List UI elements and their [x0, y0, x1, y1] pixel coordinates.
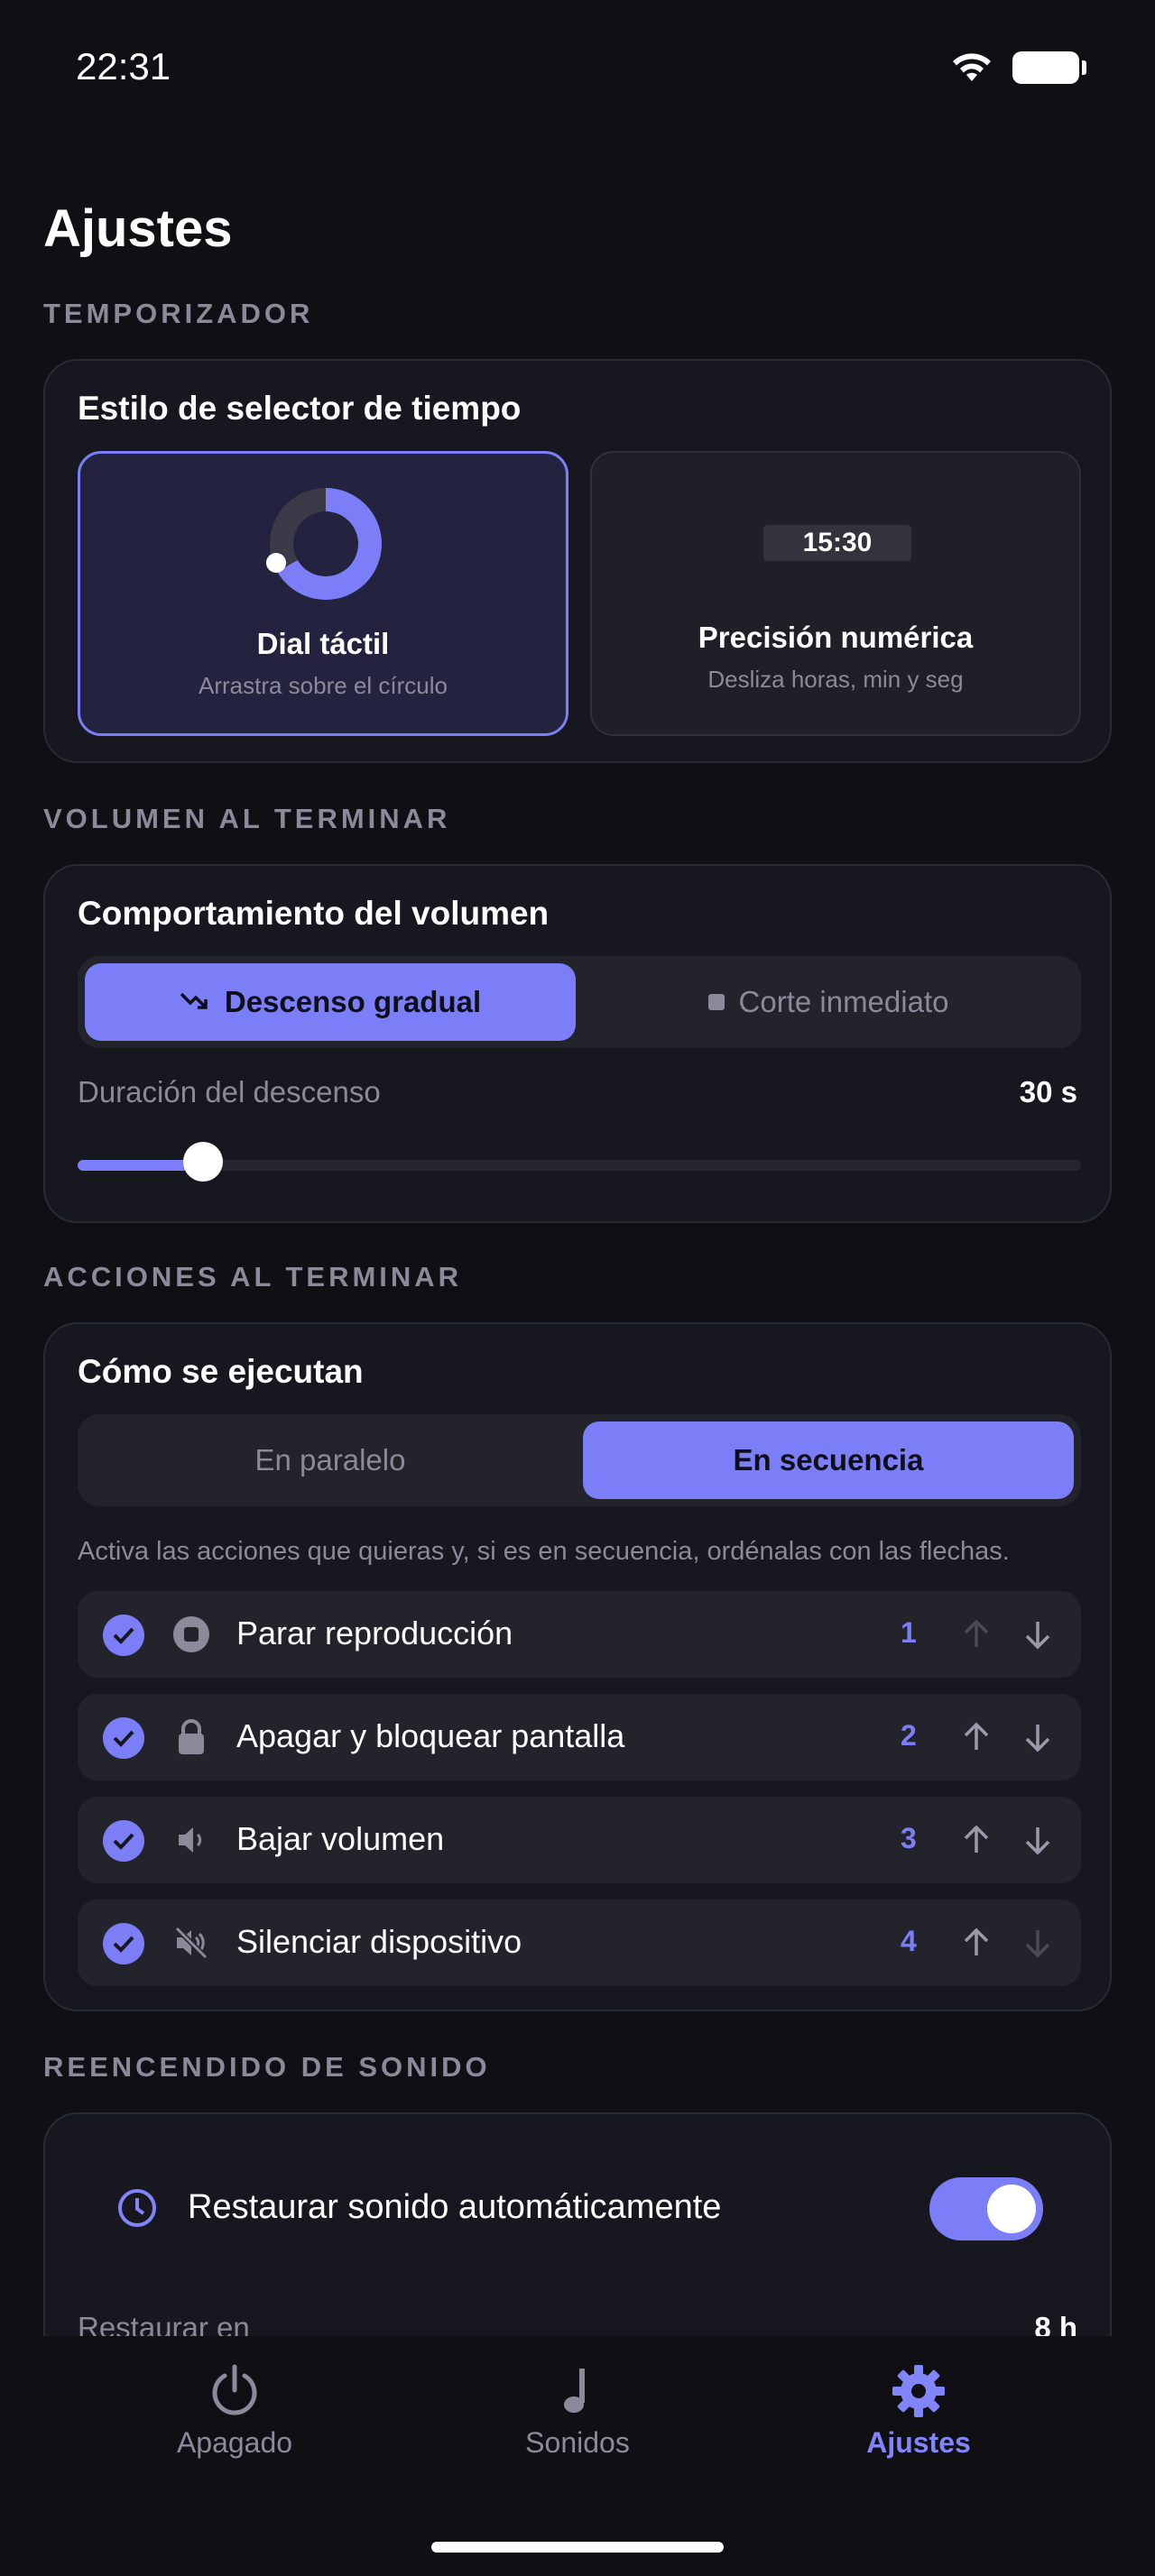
action-order: 3: [901, 1822, 917, 1854]
dial-preview-icon: [270, 488, 382, 600]
arrow-down-icon[interactable]: [1018, 1923, 1058, 1963]
tab-ajustes[interactable]: Ajustes: [783, 2361, 1054, 2460]
tab-bar: Apagado Sonidos Ajustes: [0, 2336, 1155, 2576]
arrow-up-icon[interactable]: [956, 1820, 996, 1860]
option-title: Precisión numérica: [698, 621, 974, 654]
option-title: Dial táctil: [256, 627, 390, 660]
arrow-up-icon[interactable]: [956, 1717, 996, 1757]
execution-mode-segmented: En paralelo En secuencia: [78, 1414, 1081, 1506]
mode-label: Descenso gradual: [224, 985, 482, 1018]
tab-label: Sonidos: [525, 2426, 630, 2459]
arrow-down-icon[interactable]: [1018, 1615, 1058, 1654]
restore-in-label: Restaurar en: [78, 2311, 250, 2336]
restore-card: Restaurar sonido automáticamente Restaur…: [43, 2112, 1112, 2336]
action-label: Parar reproducción: [236, 1615, 513, 1651]
stop-icon: [173, 1616, 209, 1652]
option-dial-touch[interactable]: Dial táctil Arrastra sobre el círculo: [78, 451, 568, 736]
tab-label: Apagado: [176, 2426, 293, 2459]
music-note-icon: [564, 2369, 585, 2413]
mode-label: En secuencia: [733, 1443, 924, 1477]
option-numeric-precision[interactable]: 15:30 Precisión numérica Desliza horas, …: [590, 451, 1081, 736]
mode-label: Corte inmediato: [738, 985, 949, 1018]
action-order: 1: [901, 1616, 917, 1649]
tab-apagado[interactable]: Apagado: [99, 2361, 370, 2460]
action-label: Apagar y bloquear pantalla: [236, 1717, 625, 1754]
action-label: Bajar volumen: [236, 1820, 445, 1857]
stop-square-icon: [707, 994, 725, 1010]
action-row-volume-down[interactable]: Bajar volumen 3: [78, 1797, 1081, 1883]
trending-down-icon: [180, 992, 208, 1009]
tab-label: Ajustes: [866, 2426, 971, 2459]
actions-card: Cómo se ejecutan En paralelo En secuenci…: [43, 1322, 1112, 2011]
battery-icon: [1012, 51, 1086, 84]
mute-icon: [174, 1926, 208, 1960]
duration-value: 30 s: [1019, 1075, 1077, 1109]
checkbox-checked-icon[interactable]: [103, 1615, 144, 1656]
mode-sequence-button[interactable]: En secuencia: [583, 1421, 1074, 1499]
checkbox-checked-icon[interactable]: [103, 1820, 144, 1862]
arrow-up-icon[interactable]: [956, 1615, 996, 1654]
power-icon: [212, 2364, 257, 2415]
volume-mode-segmented: Descenso gradual Corte inmediato: [78, 956, 1081, 1048]
toggle-knob: [987, 2185, 1036, 2233]
slider-thumb[interactable]: [183, 1142, 223, 1182]
duration-slider[interactable]: [78, 1142, 1081, 1182]
mode-gradual-button[interactable]: Descenso gradual: [85, 963, 576, 1041]
volume-card: Comportamiento del volumen Descenso grad…: [43, 864, 1112, 1223]
checkbox-checked-icon[interactable]: [103, 1717, 144, 1759]
action-row-mute[interactable]: Silenciar dispositivo 4: [78, 1900, 1081, 1986]
auto-restore-label: Restaurar sonido automáticamente: [188, 2188, 722, 2226]
volume-down-icon: [179, 1827, 202, 1853]
mode-label: En paralelo: [254, 1443, 406, 1477]
settings-scroll-area[interactable]: Ajustes TEMPORIZADOR Estilo de selector …: [0, 135, 1155, 2336]
mode-parallel-button[interactable]: En paralelo: [85, 1421, 576, 1499]
wifi-icon: [953, 53, 991, 81]
status-bar: 22:31: [0, 0, 1155, 135]
checkbox-checked-icon[interactable]: [103, 1923, 144, 1964]
action-row-stop[interactable]: Parar reproducción 1: [78, 1591, 1081, 1678]
card-title: Cómo se ejecutan: [78, 1353, 364, 1390]
restore-in-value: 8 h: [1034, 2311, 1077, 2336]
dial-knob: [266, 553, 286, 573]
arrow-down-icon[interactable]: [1018, 1820, 1058, 1860]
gear-icon: [892, 2365, 945, 2417]
mode-immediate-button[interactable]: Corte inmediato: [583, 963, 1074, 1041]
duration-label: Duración del descenso: [78, 1075, 381, 1109]
card-title: Comportamiento del volumen: [78, 895, 550, 932]
lock-icon: [179, 1719, 204, 1754]
card-title: Estilo de selector de tiempo: [78, 390, 522, 427]
home-indicator[interactable]: [431, 2542, 724, 2553]
page-title: Ajustes: [43, 199, 233, 258]
action-order: 2: [901, 1719, 917, 1752]
section-label-restore: REENCENDIDO DE SONIDO: [43, 2051, 491, 2083]
status-time: 22:31: [76, 45, 171, 87]
action-row-lock[interactable]: Apagar y bloquear pantalla 2: [78, 1694, 1081, 1780]
auto-restore-toggle[interactable]: [929, 2177, 1043, 2240]
numeric-preview: 15:30: [763, 525, 911, 561]
arrow-down-icon[interactable]: [1018, 1717, 1058, 1757]
section-label-actions: ACCIONES AL TERMINAR: [43, 1261, 463, 1293]
tab-sonidos[interactable]: Sonidos: [442, 2361, 713, 2460]
action-label: Silenciar dispositivo: [236, 1923, 522, 1960]
arrow-up-icon[interactable]: [956, 1923, 996, 1963]
status-icons: [949, 51, 1086, 85]
actions-hint: Activa las acciones que quieras y, si es…: [78, 1537, 1010, 1566]
timer-style-card: Estilo de selector de tiempo Dial táctil…: [43, 359, 1112, 763]
option-subtitle: Arrastra sobre el círculo: [199, 672, 448, 699]
section-label-timer: TEMPORIZADOR: [43, 298, 314, 329]
clock-icon: [118, 2189, 156, 2227]
action-order: 4: [901, 1925, 917, 1957]
option-subtitle: Desliza horas, min y seg: [707, 666, 964, 693]
section-label-volume: VOLUMEN AL TERMINAR: [43, 803, 451, 834]
